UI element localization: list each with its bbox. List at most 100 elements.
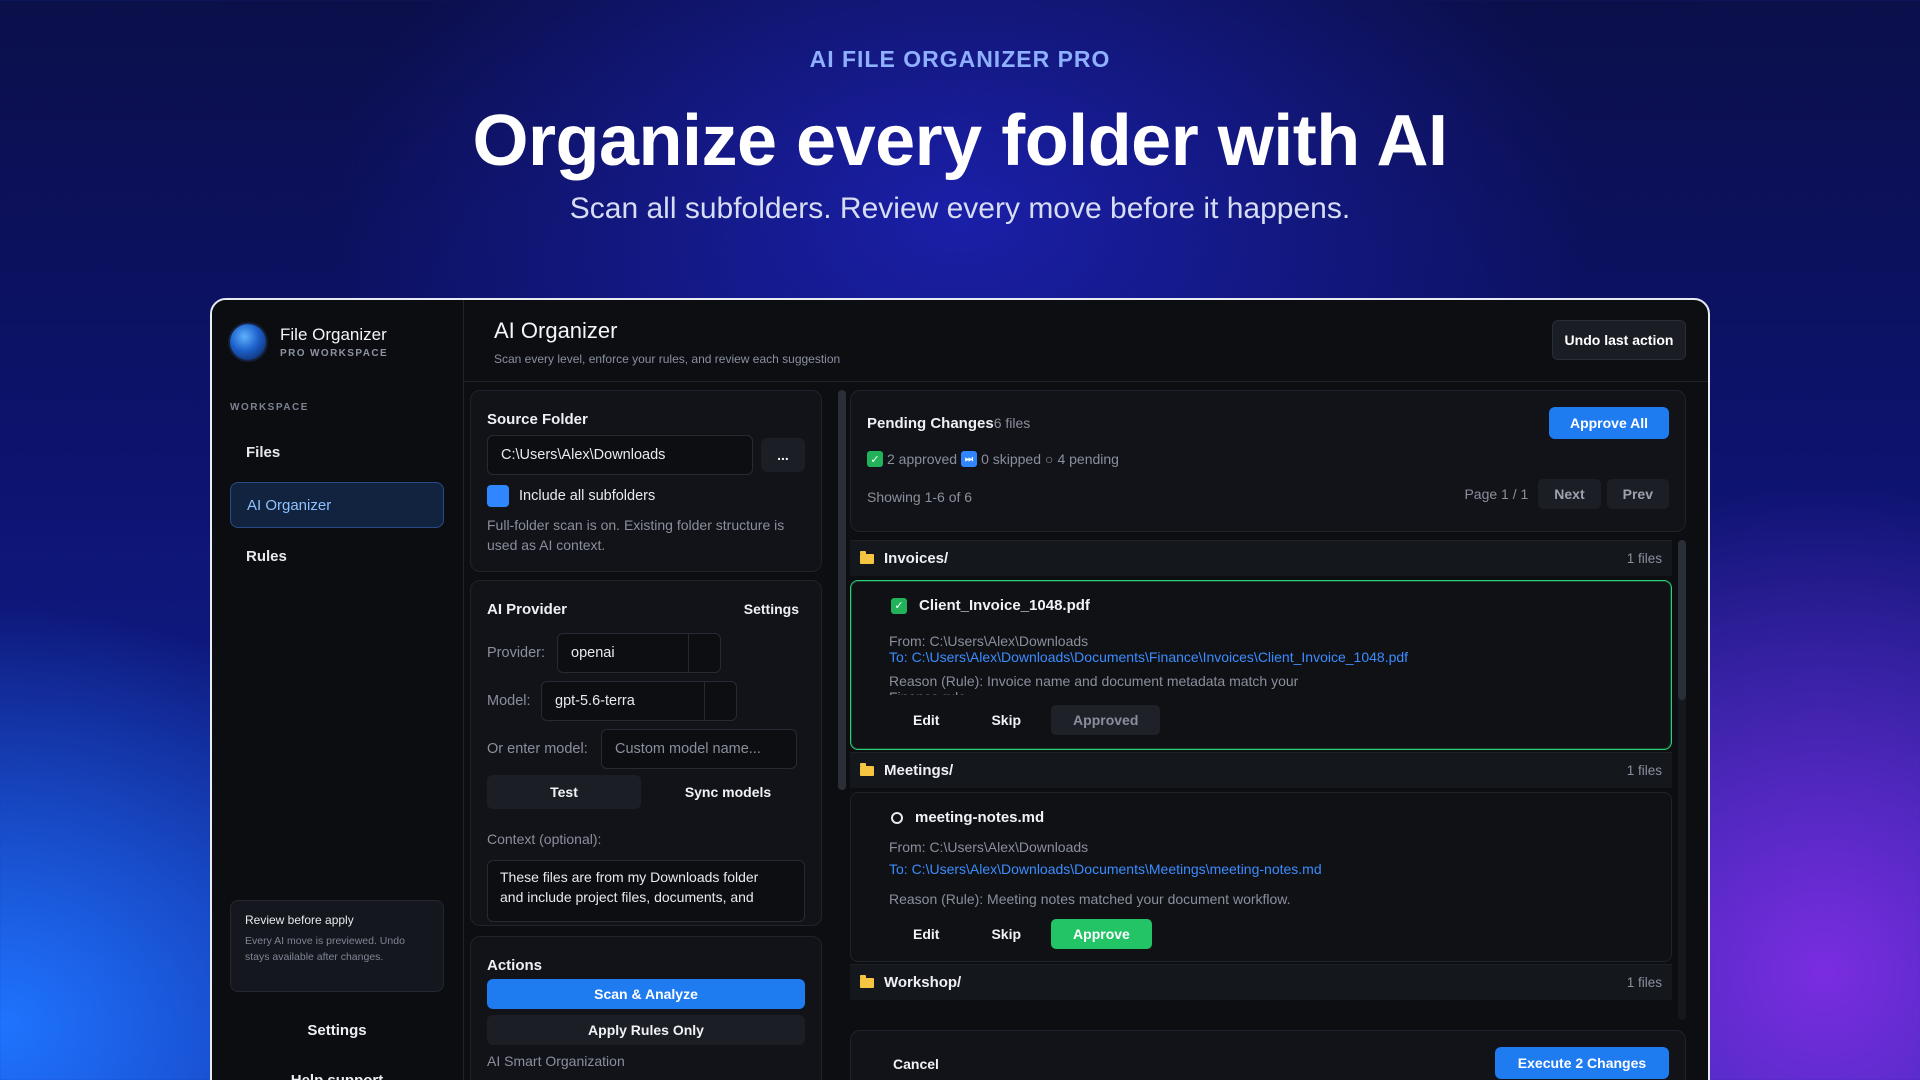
model-label: Model: [487, 693, 531, 709]
brand-name: File Organizer [280, 325, 387, 344]
group-file-count: 1 files [1626, 763, 1662, 778]
include-subfolders-row[interactable]: Include all subfolders [487, 485, 655, 507]
sidebar-help-link[interactable]: Help support [230, 1072, 444, 1080]
review-body: Every AI move is previewed. Undo stays a… [245, 935, 405, 963]
provider-label: Provider: [487, 645, 546, 661]
config-scrollbar[interactable] [838, 390, 846, 790]
pending-circle-icon: ○ [1045, 451, 1054, 467]
prev-page-button[interactable]: Prev [1606, 479, 1669, 509]
pagination: Page 1 / 1 Next Prev [1464, 479, 1669, 509]
group-header-meetings[interactable]: Meetings/ 1 files [850, 752, 1672, 788]
sidebar: File Organizer PRO WORKSPACE WORKSPACE F… [212, 300, 464, 1080]
folder-icon [860, 974, 874, 988]
chevron-down-icon [704, 682, 736, 720]
file-reason: Reason (Rule): Meeting notes matched you… [889, 891, 1291, 907]
custom-model-label: Or enter model: [487, 741, 588, 757]
main-area: AI Organizer Scan every level, enforce y… [464, 300, 1708, 1080]
pending-count-text: 4 pending [1057, 451, 1119, 467]
edit-button[interactable]: Edit [891, 919, 961, 949]
brand-sub: PRO WORKSPACE [280, 348, 389, 359]
page-title: AI Organizer [494, 318, 618, 343]
page-subtitle: Scan every level, enforce your rules, an… [494, 352, 841, 366]
source-path-input[interactable]: C:\Users\Alex\Downloads [487, 435, 753, 475]
execute-changes-button[interactable]: Execute 2 Changes [1495, 1047, 1669, 1079]
skip-button[interactable]: Skip [969, 919, 1043, 949]
include-subfolders-checkbox[interactable] [487, 485, 509, 507]
undo-last-action-button[interactable]: Undo last action [1552, 320, 1686, 360]
review-title: Review before apply [245, 913, 354, 927]
groups-scrollbar-thumb[interactable] [1678, 540, 1686, 700]
context-panel: These files are from my Downloads folder… [470, 860, 822, 926]
group-file-count: 1 files [1626, 551, 1662, 566]
file-actions: Edit Skip Approved [891, 705, 1161, 735]
file-to-path[interactable]: To: C:\Users\Alex\Downloads\Documents\Fi… [889, 649, 1408, 665]
file-card-invoice[interactable]: ✓ Client_Invoice_1048.pdf From: C:\Users… [850, 580, 1672, 750]
sidebar-item-rules[interactable]: Rules [230, 534, 444, 580]
headline: Organize every folder with AI [472, 101, 1448, 181]
provider-value: openai [571, 645, 615, 661]
pending-title: Pending Changes6 files [867, 415, 1030, 432]
test-provider-button[interactable]: Test [487, 775, 641, 809]
file-reason: Reason (Rule): Invoice name and document… [889, 673, 1299, 695]
file-name: Client_Invoice_1048.pdf [919, 597, 1090, 614]
scan-analyze-button[interactable]: Scan & Analyze [487, 979, 805, 1009]
file-actions: Edit Skip Approve [891, 919, 1152, 949]
next-page-button[interactable]: Next [1538, 479, 1601, 509]
apply-rules-only-button[interactable]: Apply Rules Only [487, 1015, 805, 1045]
file-from-path: From: C:\Users\Alex\Downloads [889, 839, 1089, 855]
actions-panel: Actions Scan & Analyze Apply Rules Only … [470, 936, 822, 1080]
model-select[interactable]: gpt-5.6-terra [541, 681, 737, 721]
file-card-meeting-notes[interactable]: meeting-notes.md From: C:\Users\Alex\Dow… [850, 792, 1672, 962]
sidebar-item-files[interactable]: Files [230, 430, 444, 476]
pending-changes-card: Pending Changes6 files Approve All ✓ 2 a… [850, 390, 1686, 532]
group-name: Workshop/ [884, 974, 962, 991]
actions-heading: Actions [487, 957, 543, 974]
approved-status-button[interactable]: Approved [1051, 705, 1161, 735]
file-to-path[interactable]: To: C:\Users\Alex\Downloads\Documents\Me… [889, 861, 1322, 877]
brand: File Organizer PRO WORKSPACE [230, 324, 388, 360]
sync-models-button[interactable]: Sync models [651, 775, 805, 809]
file-name-row: ✓ Client_Invoice_1048.pdf [891, 597, 1090, 614]
group-name: Invoices/ [884, 550, 949, 567]
approve-button[interactable]: Approve [1051, 919, 1152, 949]
approved-check-icon[interactable]: ✓ [891, 597, 907, 614]
ai-provider-heading: AI Provider [487, 601, 568, 618]
include-subfolders-label: Include all subfolders [519, 488, 656, 504]
context-textarea[interactable]: These files are from my Downloads folder… [487, 860, 805, 922]
sidebar-item-ai-organizer[interactable]: AI Organizer [230, 482, 444, 528]
app-window: File Organizer PRO WORKSPACE WORKSPACE F… [210, 298, 1710, 1080]
sidebar-settings-link[interactable]: Settings [230, 1022, 444, 1039]
group-header-workshop[interactable]: Workshop/ 1 files [850, 964, 1672, 1000]
skip-button[interactable]: Skip [969, 705, 1043, 735]
browse-folder-button[interactable]: ... [761, 438, 805, 472]
smart-organization-label: AI Smart Organization [487, 1053, 625, 1069]
sidebar-section-label: WORKSPACE [230, 402, 309, 413]
group-file-count: 1 files [1626, 975, 1662, 990]
globe-logo-icon [230, 324, 266, 360]
ai-provider-panel: AI Provider Settings Provider: openai Mo… [470, 580, 822, 886]
scan-note: Full-folder scan is on. Existing folder … [487, 517, 785, 553]
chevron-down-icon [688, 634, 720, 672]
file-name-row: meeting-notes.md [891, 809, 1044, 826]
edit-button[interactable]: Edit [891, 705, 961, 735]
custom-model-input[interactable]: Custom model name... [601, 729, 797, 769]
context-label: Context (optional): [487, 831, 602, 847]
page-indicator: Page 1 / 1 [1464, 486, 1529, 502]
approve-all-button[interactable]: Approve All [1549, 407, 1669, 439]
groups-scrollbar[interactable] [1678, 540, 1686, 1020]
pending-title-text: Pending Changes [867, 415, 994, 432]
group-name: Meetings/ [884, 762, 954, 779]
pending-radio-icon[interactable] [891, 811, 903, 824]
config-scrollbar-thumb[interactable] [838, 390, 846, 790]
model-value: gpt-5.6-terra [555, 693, 635, 709]
cancel-button[interactable]: Cancel [873, 1049, 959, 1079]
review-info-card: Review before apply Every AI move is pre… [230, 900, 444, 992]
approved-count: 2 approved [887, 451, 958, 467]
skip-icon: ⏭ [961, 451, 978, 467]
subline: Scan all subfolders. Review every move b… [569, 192, 1351, 225]
provider-settings-link[interactable]: Settings [744, 601, 799, 617]
folder-icon [860, 762, 874, 776]
provider-select[interactable]: openai [557, 633, 721, 673]
status-summary: ✓ 2 approved ⏭ 0 skipped ○ 4 pending [867, 451, 1119, 467]
group-header-invoices[interactable]: Invoices/ 1 files [850, 540, 1672, 576]
